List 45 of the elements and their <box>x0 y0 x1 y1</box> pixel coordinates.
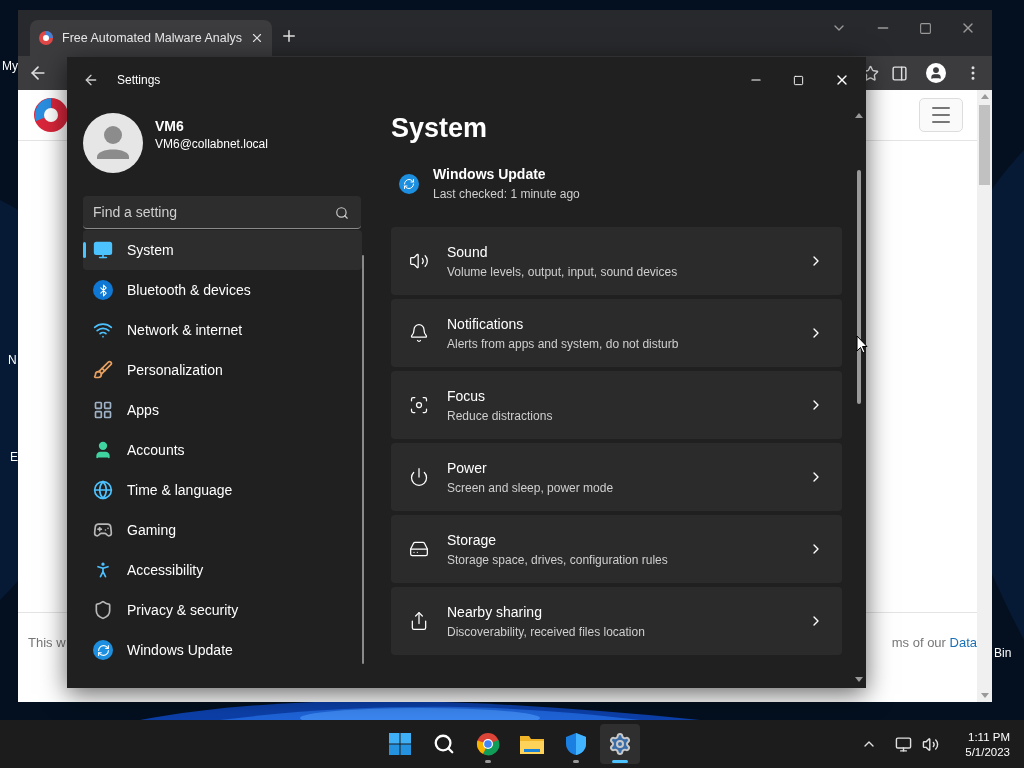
window-title: Settings <box>117 73 161 87</box>
card-title: Focus <box>447 387 487 404</box>
desktop-icon-label: E <box>10 450 18 464</box>
footer-text: This w <box>28 635 66 650</box>
nav-item[interactable]: Accounts <box>83 430 362 470</box>
card-subtitle: Screen and sleep, power mode <box>447 480 615 495</box>
update-title: Windows Update <box>433 166 547 182</box>
user-email: VM6@collabnet.local <box>155 136 268 151</box>
card-subtitle: Discoverability, received files location <box>447 624 646 639</box>
clock[interactable]: 1:11 PM 5/1/2023 <box>965 730 1010 758</box>
nav-item[interactable]: Privacy & security <box>83 590 362 630</box>
nav-item[interactable]: Apps <box>83 390 362 430</box>
nav-item[interactable]: Network & internet <box>83 310 362 350</box>
card-title: Storage <box>447 531 498 548</box>
nav-item[interactable]: Bluetooth & devices <box>83 270 362 310</box>
nav-item[interactable]: Gaming <box>83 510 362 550</box>
settings-card[interactable]: Focus Reduce distractions <box>391 371 842 439</box>
nav-item[interactable]: Windows Update <box>83 630 362 670</box>
card-title: Power <box>447 459 488 476</box>
nav-item[interactable]: Personalization <box>83 350 362 390</box>
card-subtitle: Storage space, drives, configuration rules <box>447 552 669 567</box>
settings-card[interactable]: Nearby sharing Discoverability, received files location <box>391 587 842 655</box>
settings-card[interactable]: Storage Storage space, drives, configuration rules <box>391 515 842 583</box>
footer-text: ms of our Data <box>891 635 977 650</box>
settings-card[interactable]: Sound Volume levels, output, input, sound devices <box>391 227 842 295</box>
card-subtitle: Alerts from apps and system, do not disturb <box>447 336 680 351</box>
card-title: Sound <box>447 243 489 260</box>
nav-item[interactable]: Time & language <box>83 470 362 510</box>
settings-card[interactable]: Power Screen and sleep, power mode <box>391 443 842 511</box>
browser-tab[interactable]: Free Automated Malware Analys <box>30 20 272 56</box>
user-name: VM6 <box>155 117 185 134</box>
card-subtitle: Volume levels, output, input, sound devices <box>447 264 679 279</box>
card-subtitle: Reduce distractions <box>447 408 554 423</box>
update-status: Last checked: 1 minute ago <box>433 187 581 201</box>
desktop-icon-label: N <box>8 353 17 367</box>
page-heading: System <box>391 113 489 144</box>
desktop-icon-label: Bin <box>994 646 1012 660</box>
nav-item[interactable]: System <box>83 230 362 270</box>
card-title: Nearby sharing <box>447 603 543 620</box>
card-title: Notifications <box>447 315 525 332</box>
settings-card[interactable]: Notifications Alerts from apps and system, do not disturb <box>391 299 842 367</box>
data-link[interactable]: Data <box>949 635 977 650</box>
nav-item[interactable]: Accessibility <box>83 550 362 590</box>
search-field[interactable]: Find a setting <box>83 196 361 229</box>
desktop-icon-label: My <box>2 59 18 73</box>
